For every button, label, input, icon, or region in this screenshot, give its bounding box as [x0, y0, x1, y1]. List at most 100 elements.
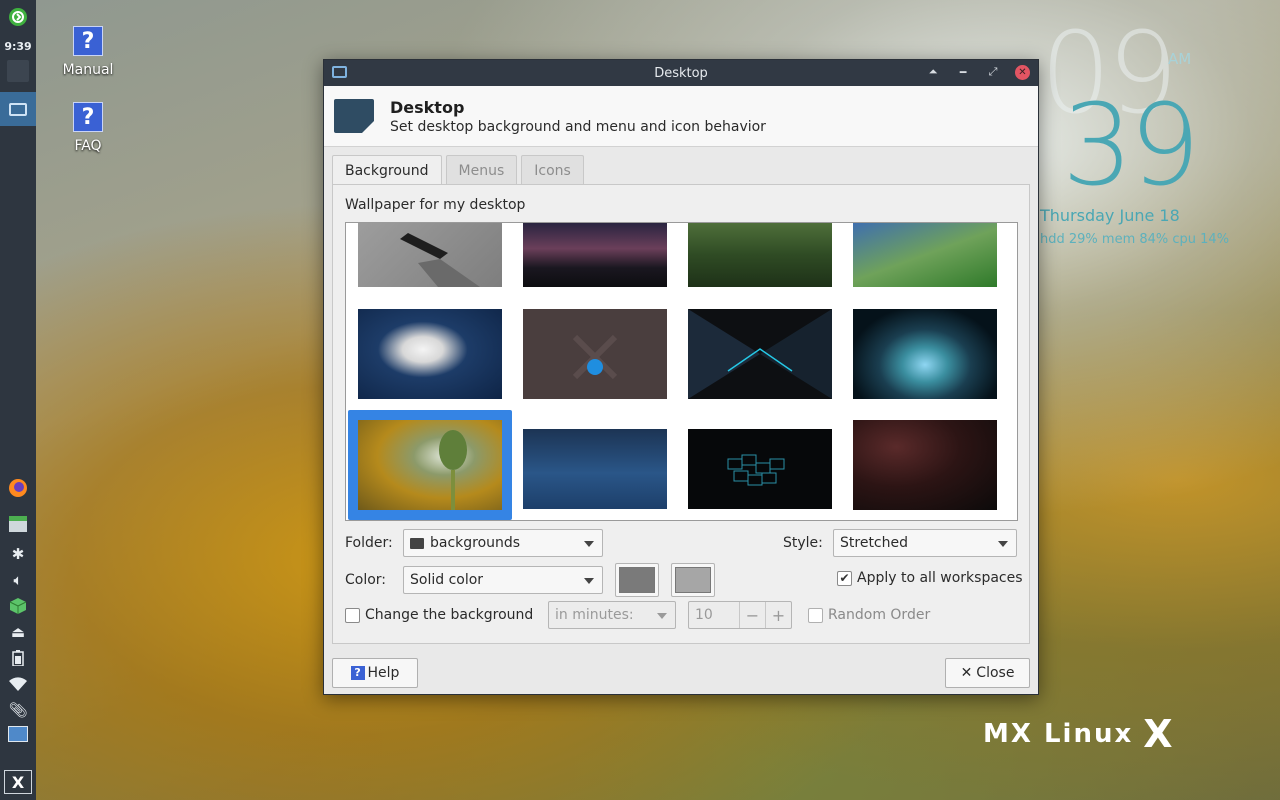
tab-bar: Background Menus Icons	[332, 155, 584, 185]
wallpaper-thumbnail-selected[interactable]	[358, 420, 502, 510]
primary-color-button[interactable]	[615, 563, 659, 597]
conky-ampm: AM	[1168, 50, 1192, 68]
tab-icons[interactable]: Icons	[521, 155, 584, 185]
apply-all-row[interactable]: ✔ Apply to all workspaces	[837, 570, 1023, 586]
wallpaper-label: Wallpaper for my desktop	[345, 197, 526, 213]
help-button[interactable]: ? Help	[332, 658, 418, 688]
folder-icon	[410, 537, 424, 549]
color-row: Color: Solid color	[345, 563, 715, 597]
interval-unit-select[interactable]: in minutes:	[548, 601, 676, 629]
wallpaper-thumbnail[interactable]	[688, 429, 832, 509]
mx-menu-icon: X	[11, 772, 25, 792]
random-order-label: Random Order	[828, 607, 931, 623]
window-icon	[9, 102, 27, 116]
help-document-icon: ?	[73, 102, 103, 132]
header-subtitle: Set desktop background and menu and icon…	[390, 118, 766, 135]
clip-icon[interactable]: 📎︎	[0, 698, 36, 722]
secondary-color-button[interactable]	[671, 563, 715, 597]
conky-date: Thursday June 18	[1040, 206, 1180, 225]
background-tab-panel: Wallpaper for my desktop Folder: backgro…	[332, 184, 1030, 644]
decrement-icon[interactable]: −	[739, 602, 765, 628]
help-icon: ?	[350, 666, 365, 680]
show-desktop-icon[interactable]	[0, 722, 36, 746]
firefox-icon[interactable]	[0, 476, 36, 500]
minimize-icon[interactable]: ━	[955, 63, 971, 81]
battery-icon[interactable]	[0, 646, 36, 670]
mx-logo-mark: X	[1143, 712, 1175, 756]
tab-menus[interactable]: Menus	[445, 155, 518, 185]
interval-value: 10	[695, 607, 713, 623]
primary-color-swatch	[619, 567, 655, 593]
window-title: Desktop	[654, 65, 708, 81]
wallpaper-thumbnail[interactable]	[523, 309, 667, 399]
window-titlebar[interactable]: Desktop ⏶ ━ ⤢ ✕	[324, 60, 1038, 86]
wallpaper-thumbnail[interactable]	[358, 309, 502, 399]
interval-unit-value: in minutes:	[555, 607, 634, 623]
chevron-down-icon	[584, 578, 594, 584]
wallpaper-thumbnail[interactable]	[853, 420, 997, 510]
change-background-checkbox[interactable]	[345, 607, 360, 623]
interval-spinbox[interactable]: 10 − +	[688, 601, 792, 629]
wallpaper-thumbnail[interactable]	[853, 223, 997, 287]
wallpaper-thumbnail[interactable]	[853, 309, 997, 399]
folder-label: Folder:	[345, 535, 393, 551]
style-label: Style:	[783, 535, 823, 551]
wifi-icon[interactable]	[0, 672, 36, 696]
desktop-settings-window: Desktop ⏶ ━ ⤢ ✕ Desktop Set desktop back…	[323, 59, 1039, 695]
desktop-icon-manual[interactable]: ? Manual	[48, 26, 128, 78]
wallpaper-thumbnail[interactable]	[358, 223, 502, 287]
workspace-button[interactable]	[0, 58, 36, 84]
change-background-row: Change the background in minutes: 10 − +…	[345, 601, 930, 629]
close-button[interactable]: ✕ Close	[945, 658, 1030, 688]
shade-icon[interactable]: ⏶	[925, 63, 941, 81]
update-notifier-icon[interactable]	[0, 6, 36, 28]
desktop-icon-label: Manual	[62, 62, 114, 78]
color-mode-select[interactable]: Solid color	[403, 566, 603, 594]
wallpaper-thumbnail[interactable]	[523, 429, 667, 509]
wallpaper-thumbnail[interactable]	[688, 223, 832, 287]
change-background-label: Change the background	[365, 607, 534, 623]
mx-linux-logo: MX Linux X	[983, 712, 1175, 756]
chevron-down-icon	[998, 541, 1008, 547]
wallpaper-grid[interactable]	[345, 222, 1018, 521]
close-icon: ✕	[960, 665, 973, 681]
mx-menu-button[interactable]: X	[4, 770, 32, 794]
folder-row: Folder: backgrounds	[345, 529, 603, 557]
secondary-color-swatch	[675, 567, 711, 593]
eject-icon[interactable]: ⏏︎	[0, 620, 36, 644]
desktop-icon-faq[interactable]: ? FAQ	[48, 102, 128, 154]
package-icon[interactable]	[0, 594, 36, 618]
apply-all-checkbox[interactable]: ✔	[837, 570, 852, 586]
window-app-icon	[332, 66, 347, 78]
header-title: Desktop	[390, 97, 465, 117]
style-value: Stretched	[840, 535, 908, 551]
desktop-settings-icon	[334, 99, 374, 133]
style-select[interactable]: Stretched	[833, 529, 1017, 557]
apply-all-label: Apply to all workspaces	[857, 570, 1023, 586]
desktop-icon-label: FAQ	[74, 138, 102, 154]
chevron-down-icon	[584, 541, 594, 547]
panel-clock[interactable]: 9:39	[0, 38, 36, 54]
increment-icon[interactable]: +	[765, 602, 791, 628]
conky-stats: hdd 29% mem 84% cpu 14%	[1040, 232, 1230, 247]
help-label: Help	[367, 665, 400, 681]
maximize-icon[interactable]: ⤢	[985, 63, 1001, 81]
mx-logo-text: MX Linux	[983, 719, 1134, 749]
bluetooth-icon[interactable]: ✱	[0, 542, 36, 566]
file-manager-icon[interactable]	[0, 512, 36, 536]
folder-value: backgrounds	[430, 535, 521, 551]
style-row: Style: Stretched	[783, 529, 1017, 557]
help-document-icon: ?	[73, 26, 103, 56]
wallpaper-thumbnail[interactable]	[688, 309, 832, 399]
wallpaper-thumbnail[interactable]	[523, 223, 667, 287]
taskbar-desktop-window-button[interactable]	[0, 92, 36, 126]
close-window-icon[interactable]: ✕	[1015, 64, 1030, 80]
left-panel: 9:39 ✱ 🔈︎ ⏏︎ 📎︎ X	[0, 0, 36, 800]
volume-icon[interactable]: 🔈︎	[0, 568, 36, 592]
dialog-header: Desktop Set desktop background and menu …	[324, 86, 1038, 147]
color-mode-value: Solid color	[410, 572, 484, 588]
random-order-checkbox[interactable]	[808, 607, 823, 623]
color-label: Color:	[345, 572, 387, 588]
tab-background[interactable]: Background	[332, 155, 442, 185]
folder-select[interactable]: backgrounds	[403, 529, 603, 557]
